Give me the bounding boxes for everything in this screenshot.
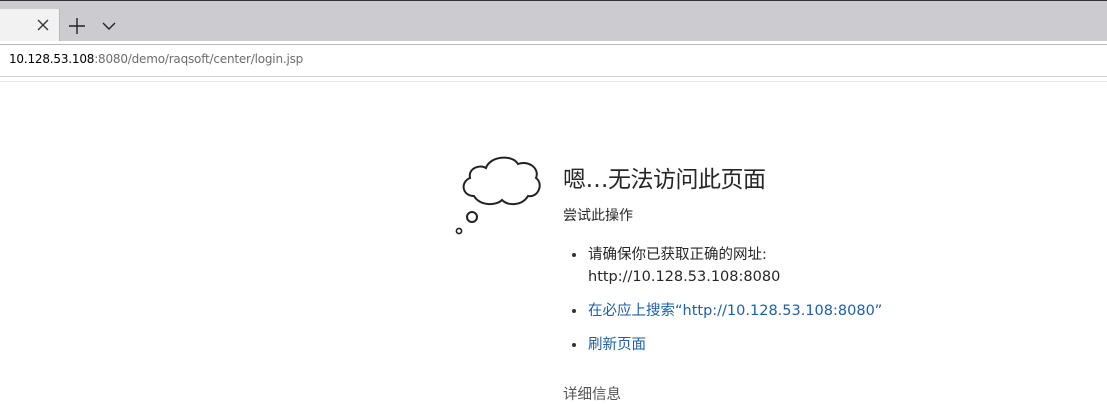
bullet (572, 253, 576, 257)
thought-cloud-icon (455, 156, 541, 235)
check-url-label: 请确保你已获取正确的网址: (588, 247, 767, 263)
close-icon[interactable] (35, 17, 51, 33)
search-link-label: 在必应上搜索“http://10.128.53.108:8080” (588, 303, 883, 319)
url-path: :8080/demo/raqsoft/center/login.jsp (94, 52, 304, 66)
refresh-link-label: 刷新页面 (588, 337, 646, 353)
chevron-down-icon[interactable] (101, 20, 117, 32)
refresh-link[interactable]: 刷新页面 (572, 334, 882, 356)
page-title: 嗯…无法访问此页面 (563, 167, 766, 193)
bullet (572, 343, 576, 347)
details-toggle[interactable]: 详细信息 (563, 383, 621, 404)
plus-icon[interactable] (68, 17, 86, 35)
address-bar[interactable]: 10.128.53.108:8080/demo/raqsoft/center/l… (0, 41, 1107, 77)
search-link[interactable]: 在必应上搜索“http://10.128.53.108:8080” (572, 300, 882, 322)
divider (0, 81, 1107, 82)
url-field[interactable]: 10.128.53.108:8080/demo/raqsoft/center/l… (9, 52, 303, 66)
page-subtitle: 尝试此操作 (563, 208, 633, 224)
tab-strip (0, 0, 1107, 42)
url-host: 10.128.53.108 (9, 52, 95, 66)
active-tab[interactable] (0, 9, 60, 42)
suggestion-list: 请确保你已获取正确的网址: http://10.128.53.108:8080 … (572, 244, 882, 356)
list-item: 请确保你已获取正确的网址: http://10.128.53.108:8080 (572, 244, 882, 288)
check-url-value: http://10.128.53.108:8080 (588, 269, 781, 285)
bullet (572, 309, 576, 313)
divider (0, 44, 1107, 45)
